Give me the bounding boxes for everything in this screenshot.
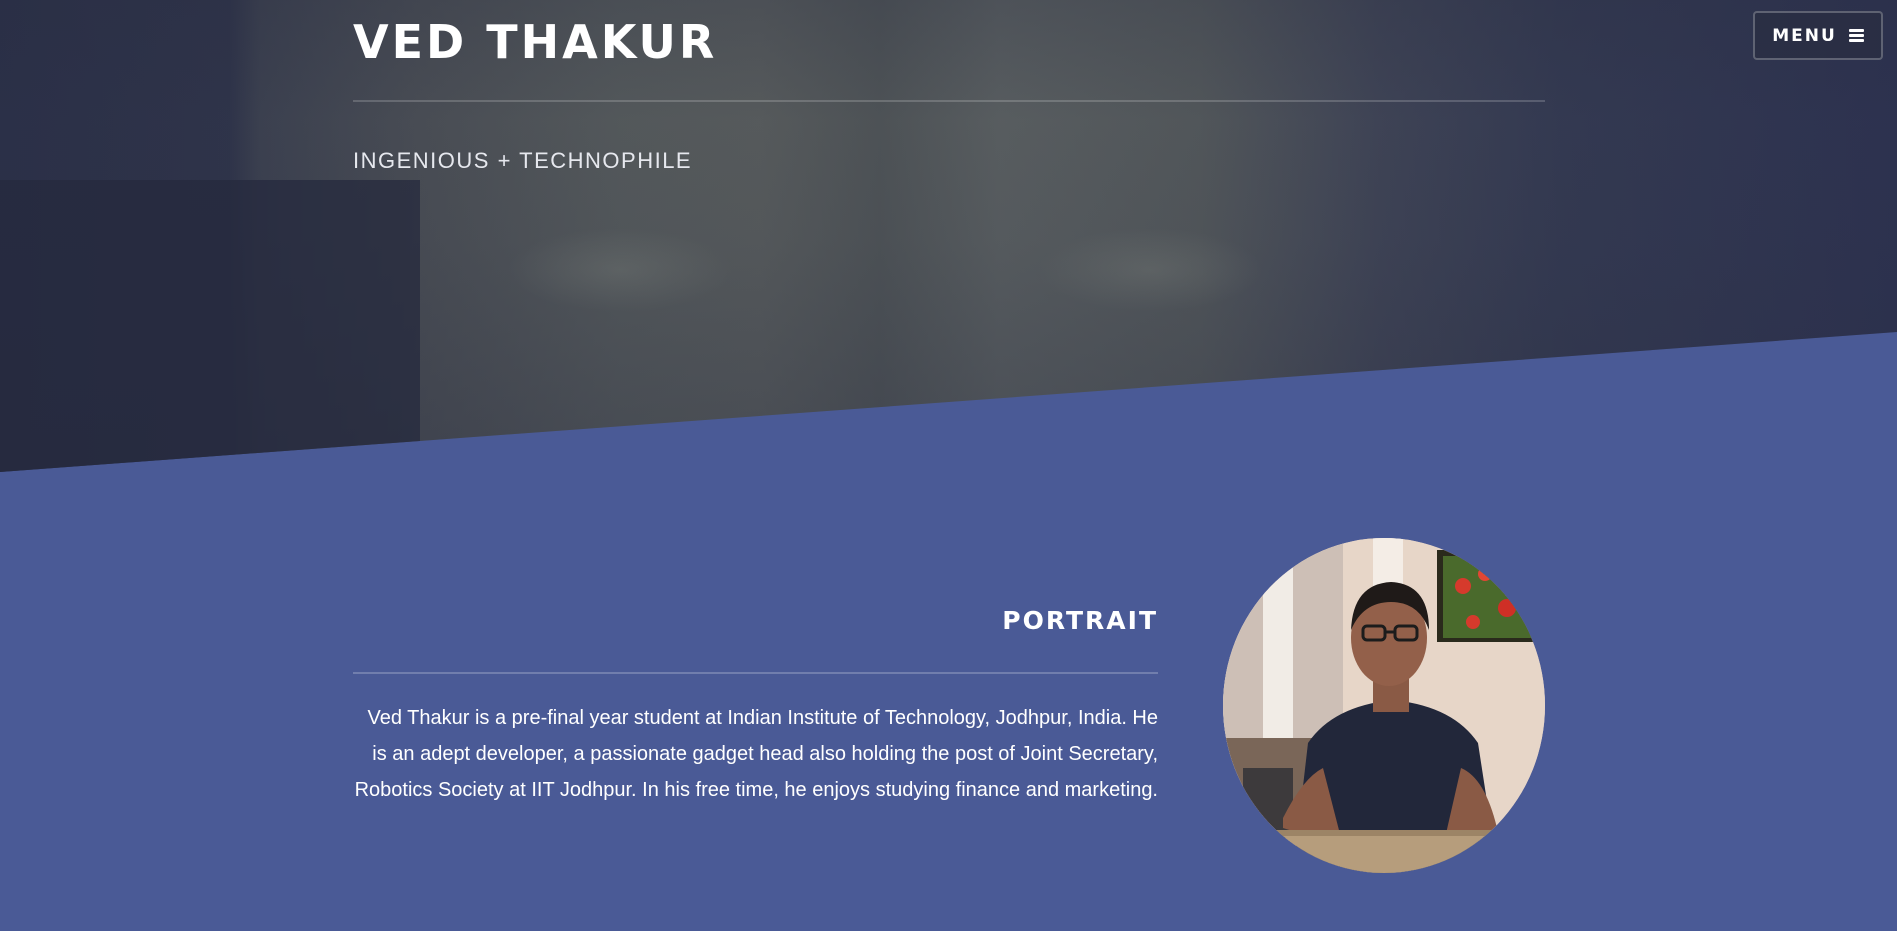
section-heading: PORTRAIT xyxy=(1002,606,1158,635)
header-divider xyxy=(353,100,1545,102)
bio-paragraph: Ved Thakur is a pre-final year student a… xyxy=(354,707,1158,801)
hamburger-icon xyxy=(1848,29,1864,42)
page: VED THAKUR INGENIOUS + TECHNOPHILE MENU … xyxy=(0,0,1897,931)
menu-button-label: MENU xyxy=(1772,25,1837,46)
menu-button[interactable]: MENU xyxy=(1753,11,1883,60)
site-title[interactable]: VED THAKUR xyxy=(353,12,717,72)
site-tagline: INGENIOUS + TECHNOPHILE xyxy=(353,148,693,173)
hero-header xyxy=(0,0,1897,472)
portrait-illustration xyxy=(1223,538,1545,873)
section-divider xyxy=(353,672,1158,674)
portrait-photo xyxy=(1223,538,1545,873)
